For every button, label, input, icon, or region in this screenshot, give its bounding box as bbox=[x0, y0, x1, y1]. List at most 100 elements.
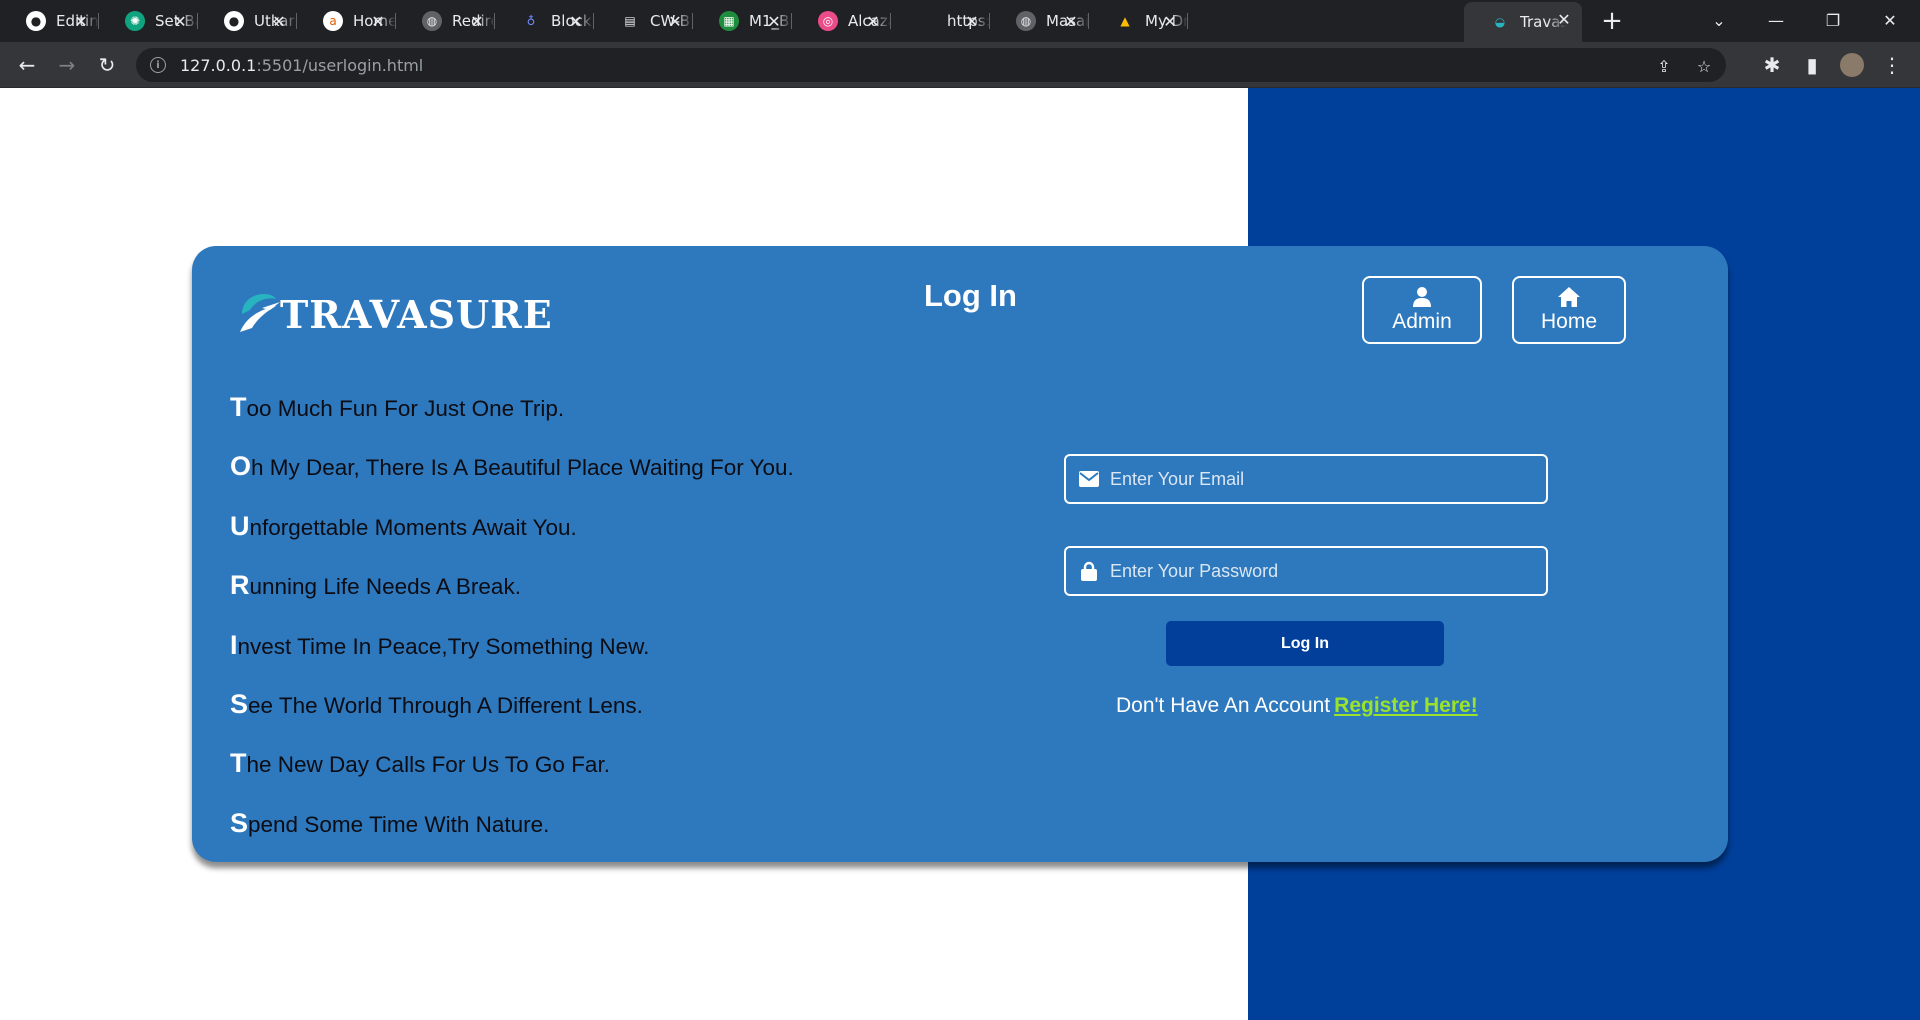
tagline: Oh My Dear, There Is A Beautiful Place W… bbox=[230, 451, 794, 510]
tagline-text: pend Some Time With Nature. bbox=[248, 811, 550, 837]
brand-logo[interactable]: TRAVASURE bbox=[236, 286, 553, 337]
brand-name: TRAVASURE bbox=[280, 292, 553, 337]
tab-close-icon[interactable]: ✕ bbox=[71, 11, 91, 31]
browser-tab[interactable]: a Home ✕ bbox=[297, 4, 396, 38]
site-info-icon[interactable]: i bbox=[150, 57, 166, 73]
admin-button-label: Admin bbox=[1392, 310, 1452, 333]
home-icon bbox=[1558, 287, 1580, 307]
tagline-initial: S bbox=[230, 688, 249, 719]
page-viewport: TRAVASURE Log In Admin Home Too Much Fun… bbox=[0, 88, 1920, 1020]
tagline-initial: T bbox=[230, 748, 247, 779]
travasure-logo-icon bbox=[240, 293, 280, 332]
tagline-text: unning Life Needs A Break. bbox=[249, 574, 521, 600]
tab-close-icon[interactable]: ✕ bbox=[962, 11, 982, 31]
tab-close-icon[interactable]: ✕ bbox=[170, 11, 190, 31]
browser-tab[interactable]: ◍ Masai ✕ bbox=[990, 4, 1089, 38]
tagline-initial: S bbox=[230, 807, 249, 838]
back-icon[interactable]: ← bbox=[12, 50, 42, 80]
sheets-icon: ▦ bbox=[719, 11, 739, 31]
home-button-label: Home bbox=[1540, 310, 1598, 333]
tab-close-icon[interactable]: ✕ bbox=[764, 11, 784, 31]
browser-tab[interactable]: ▲ My Dr ✕ bbox=[1089, 4, 1188, 38]
tab-close-icon[interactable]: ✕ bbox=[467, 11, 487, 31]
address-bar[interactable]: i 127.0.0.1:5501/userlogin.html ⇪ ☆ bbox=[136, 48, 1726, 82]
github-icon: ● bbox=[224, 11, 244, 31]
browser-tab[interactable]: ●Utkars✕ bbox=[198, 4, 297, 38]
tagline: See The World Through A Different Lens. bbox=[230, 689, 794, 748]
tab-close-icon[interactable]: ✕ bbox=[1160, 11, 1180, 31]
restore-icon[interactable]: ❐ bbox=[1813, 6, 1853, 34]
tagline-initial: O bbox=[230, 451, 252, 482]
admin-button[interactable]: Admin bbox=[1362, 276, 1482, 344]
tab-close-icon[interactable]: ✕ bbox=[1554, 9, 1574, 29]
browser-tab[interactable]: ◎Alcaza✕ bbox=[792, 4, 891, 38]
tab-divider bbox=[1187, 13, 1188, 29]
travasure-icon: ◒ bbox=[1494, 15, 1506, 29]
browser-tab-strip: ●Editing✕✺Set Ba✕●Utkars✕aHome✕◍Redire✕♁… bbox=[0, 0, 1920, 42]
tagline-text: ee The World Through A Different Lens. bbox=[248, 692, 643, 718]
tab-search-icon[interactable]: ⌄ bbox=[1699, 6, 1739, 34]
login-card: TRAVASURE Log In Admin Home Too Much Fun… bbox=[192, 246, 1728, 862]
password-field[interactable] bbox=[1064, 546, 1548, 596]
side-panel-icon[interactable]: ▮ bbox=[1797, 50, 1827, 80]
tab-close-icon[interactable]: ✕ bbox=[1061, 11, 1081, 31]
drive-icon: ▲ bbox=[1120, 14, 1130, 28]
browser-tab[interactable]: ✺Set Ba✕ bbox=[99, 4, 198, 38]
dribbble-icon: ◎ bbox=[818, 11, 838, 31]
tab-close-icon[interactable]: ✕ bbox=[566, 11, 586, 31]
tab-close-icon[interactable]: ✕ bbox=[269, 11, 289, 31]
browser-tab[interactable]: ♁ Block ✕ bbox=[495, 4, 594, 38]
tab-close-icon[interactable]: ✕ bbox=[368, 11, 388, 31]
tagline-text: nvest Time In Peace,Try Something New. bbox=[237, 633, 650, 659]
tagline-initial: T bbox=[230, 392, 247, 422]
browser-toolbar: ← → ↻ i 127.0.0.1:5501/userlogin.html ⇪ … bbox=[0, 42, 1920, 88]
email-input[interactable] bbox=[1110, 468, 1546, 490]
tagline-list: Too Much Fun For Just One Trip. Oh My Dea… bbox=[230, 392, 794, 867]
tab-close-icon[interactable]: ✕ bbox=[863, 11, 883, 31]
tagline: Invest Time In Peace,Try Something New. bbox=[230, 630, 794, 689]
envelope-icon bbox=[1078, 468, 1100, 490]
tagline-initial: R bbox=[230, 570, 250, 601]
tagline: Unforgettable Moments Await You. bbox=[230, 511, 794, 570]
tagline: Too Much Fun For Just One Trip. bbox=[230, 392, 794, 451]
tagline-text: nforgettable Moments Await You. bbox=[249, 514, 577, 540]
email-field[interactable] bbox=[1064, 454, 1548, 504]
globe-icon: ◍ bbox=[1016, 11, 1036, 31]
browser-tab[interactable]: ◍ Redire ✕ bbox=[396, 4, 495, 38]
chatgpt-icon: ✺ bbox=[125, 11, 145, 31]
profile-avatar[interactable] bbox=[1837, 50, 1867, 80]
tagline: Running Life Needs A Break. bbox=[230, 570, 794, 629]
close-window-icon[interactable]: ✕ bbox=[1870, 6, 1910, 34]
tagline-text: oo Much Fun For Just One Trip. bbox=[246, 396, 565, 421]
doc-icon: ▤ bbox=[624, 14, 636, 28]
browser-tab[interactable]: ▦ M1_B ✕ bbox=[693, 4, 792, 38]
register-prompt: Don't Have An Account Register Here! bbox=[1116, 694, 1478, 718]
menu-kebab-icon[interactable]: ⋮ bbox=[1877, 50, 1907, 80]
home-button[interactable]: Home bbox=[1512, 276, 1626, 344]
reload-icon[interactable]: ↻ bbox=[92, 50, 122, 80]
globe-icon: ◍ bbox=[422, 11, 442, 31]
share-icon[interactable]: ⇪ bbox=[1654, 56, 1674, 76]
tagline: Spend Some Time With Nature. bbox=[230, 808, 794, 867]
tab-close-icon[interactable]: ✕ bbox=[665, 11, 685, 31]
new-tab-button[interactable]: + bbox=[1598, 8, 1626, 36]
extensions-icon[interactable]: ✱ bbox=[1757, 50, 1787, 80]
browser-tab[interactable]: ◒ Travas ✕ bbox=[1464, 2, 1582, 42]
browser-tab[interactable]: https:/✕ bbox=[891, 4, 990, 38]
bookmark-star-icon[interactable]: ☆ bbox=[1694, 56, 1714, 76]
lock-icon bbox=[1078, 560, 1100, 582]
tagline: The New Day Calls For Us To Go Far. bbox=[230, 748, 794, 807]
browser-tab[interactable]: ●Editing✕ bbox=[0, 4, 99, 38]
minimize-icon[interactable]: — bbox=[1756, 6, 1796, 34]
github-icon: ● bbox=[26, 11, 46, 31]
user-icon bbox=[1413, 287, 1431, 307]
register-link[interactable]: Register Here! bbox=[1334, 694, 1478, 717]
login-submit-button[interactable]: Log In bbox=[1166, 621, 1444, 666]
tagline-initial: U bbox=[230, 510, 250, 541]
password-input[interactable] bbox=[1110, 560, 1546, 582]
forward-icon[interactable]: → bbox=[52, 50, 82, 80]
url-text: 127.0.0.1:5501/userlogin.html bbox=[180, 55, 424, 75]
tagline-initial: I bbox=[230, 629, 238, 660]
blank-icon bbox=[917, 11, 937, 31]
browser-tab[interactable]: ▤ CW-B ✕ bbox=[594, 4, 693, 38]
